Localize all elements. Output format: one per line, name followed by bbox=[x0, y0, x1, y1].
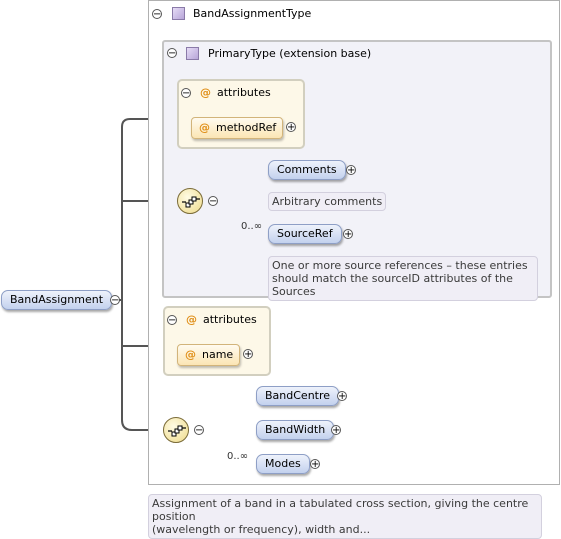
attribute-name[interactable]: @ name bbox=[177, 344, 241, 366]
element-label: BandCentre bbox=[265, 389, 331, 402]
annotation-line: should match the sourceID attributes of … bbox=[272, 272, 513, 298]
element-label: BandWidth bbox=[265, 423, 326, 436]
type-title: BandAssignmentType bbox=[193, 7, 312, 20]
sequence-compositor-icon[interactable] bbox=[163, 417, 189, 443]
collapse-toggle-primary[interactable]: − bbox=[167, 48, 177, 59]
collapse-toggle-sequence-primary[interactable]: − bbox=[208, 196, 218, 207]
attribute-icon: @ bbox=[185, 348, 196, 361]
cardinality-modes: 0..∞ bbox=[227, 451, 249, 462]
element-label: BandAssignment bbox=[10, 293, 104, 306]
element-bandcentre[interactable]: BandCentre bbox=[256, 386, 340, 406]
annotation-line: Assignment of a band in a tabulated cros… bbox=[152, 497, 529, 523]
attribute-label: name bbox=[202, 348, 234, 361]
expand-toggle-bandwidth[interactable]: + bbox=[331, 425, 341, 436]
attribute-icon: @ bbox=[200, 86, 211, 99]
element-bandwidth[interactable]: BandWidth bbox=[256, 420, 335, 440]
element-modes[interactable]: Modes bbox=[256, 454, 310, 474]
expand-toggle-methodref[interactable]: + bbox=[286, 122, 296, 133]
collapse-toggle-type[interactable]: − bbox=[152, 9, 162, 20]
attributes-title: attributes bbox=[203, 313, 257, 326]
expand-toggle-name[interactable]: + bbox=[243, 349, 253, 360]
attribute-methodref[interactable]: @ methodRef bbox=[191, 117, 284, 139]
sequence-compositor-icon[interactable] bbox=[177, 188, 203, 214]
cardinality-sourceref: 0..∞ bbox=[241, 221, 263, 232]
collapse-toggle-attributes-primary[interactable]: − bbox=[181, 88, 191, 99]
attribute-icon: @ bbox=[199, 121, 210, 134]
element-label: Comments bbox=[277, 163, 337, 176]
primary-type-title: PrimaryType (extension base) bbox=[208, 47, 372, 60]
element-label: Modes bbox=[265, 457, 301, 470]
annotation-bandassignment: Assignment of a band in a tabulated cros… bbox=[148, 494, 542, 539]
element-comments[interactable]: Comments bbox=[268, 160, 346, 180]
expand-toggle-comments[interactable]: + bbox=[346, 165, 356, 176]
expand-toggle-bandcentre[interactable]: + bbox=[337, 391, 347, 402]
attributes-label-main: @ attributes bbox=[186, 313, 257, 326]
element-label: SourceRef bbox=[277, 227, 333, 240]
annotation-sourceref: One or more source references – these en… bbox=[268, 256, 538, 301]
collapse-toggle-attributes-main[interactable]: − bbox=[167, 315, 177, 326]
expand-toggle-modes[interactable]: + bbox=[310, 459, 320, 470]
attribute-icon: @ bbox=[186, 313, 197, 326]
element-bandassignment[interactable]: BandAssignment bbox=[1, 290, 113, 310]
annotation-comments: Arbitrary comments bbox=[268, 192, 387, 211]
collapse-toggle-root[interactable]: − bbox=[110, 295, 120, 306]
element-sourceref[interactable]: SourceRef bbox=[268, 224, 342, 244]
attributes-label-primary: @ attributes bbox=[200, 86, 271, 99]
annotation-line: One or more source references – these en… bbox=[272, 259, 528, 272]
primary-type-icon bbox=[186, 47, 199, 60]
collapse-toggle-sequence-main[interactable]: − bbox=[194, 425, 204, 436]
attributes-title: attributes bbox=[217, 86, 271, 99]
complex-type-icon bbox=[172, 7, 185, 20]
expand-toggle-sourceref[interactable]: + bbox=[343, 229, 353, 240]
attribute-label: methodRef bbox=[216, 121, 277, 134]
